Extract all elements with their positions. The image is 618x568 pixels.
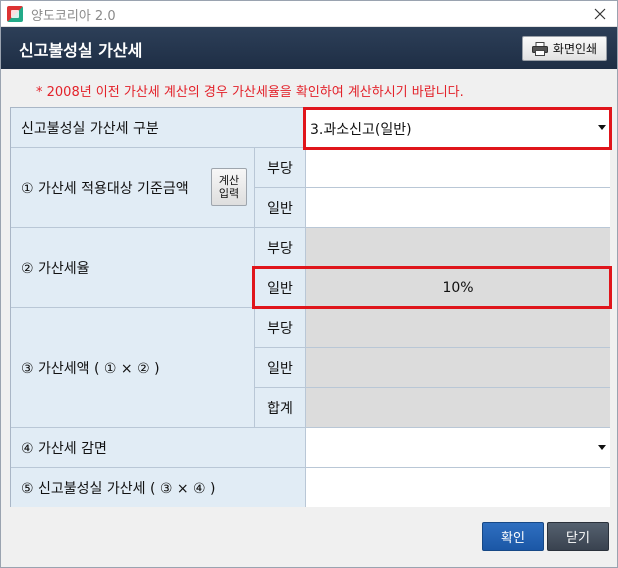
page-title: 신고불성실 가산세: [19, 41, 143, 60]
base-unfair-input[interactable]: [306, 148, 610, 188]
print-button-label: 화면인쇄: [552, 42, 598, 56]
amount-normal-value: [306, 348, 610, 388]
calc-button-label-1: 계산: [218, 174, 240, 187]
reduction-select[interactable]: [306, 428, 610, 468]
amount-unfair-value: [306, 308, 610, 348]
title-bar: 양도코리아 2.0: [1, 1, 617, 27]
close-button[interactable]: 닫기: [547, 522, 609, 551]
category-label: 신고불성실 가산세 구분: [11, 108, 306, 148]
printer-icon: [531, 41, 548, 56]
calc-button-label-2: 입력: [218, 187, 240, 200]
amount-unfair-label: 부당: [255, 308, 306, 348]
chevron-down-icon: [594, 108, 610, 147]
amount-normal-label: 일반: [255, 348, 306, 388]
rate-label: ② 가산세율: [11, 228, 255, 308]
amount-total-label: 합계: [255, 388, 306, 428]
chevron-down-icon: [594, 428, 610, 467]
category-select[interactable]: 3.과소신고(일반): [306, 108, 610, 148]
amount-label: ③ 가산세액 ( ① × ② ): [11, 308, 255, 428]
base-normal-label: 일반: [255, 188, 306, 228]
base-unfair-label: 부당: [255, 148, 306, 188]
surcharge-form: 신고불성실 가산세 구분 3.과소신고(일반) ① 가산세 적용대상 기준금액 …: [10, 107, 610, 507]
final-value: [306, 468, 610, 507]
reduction-label: ④ 가산세 감면: [11, 428, 306, 468]
rate-unfair-label: 부당: [255, 228, 306, 268]
dialog-window: 양도코리아 2.0 신고불성실 가산세 화면인쇄 * 2008년 이전 가산세 …: [0, 0, 618, 568]
amount-total-value: [306, 388, 610, 428]
window-close-button[interactable]: [583, 1, 617, 27]
calc-input-button[interactable]: 계산 입력: [211, 168, 247, 206]
window-title: 양도코리아 2.0: [31, 9, 116, 24]
rate-normal-label: 일반: [255, 268, 306, 308]
base-normal-input[interactable]: [306, 188, 610, 228]
print-button[interactable]: 화면인쇄: [522, 36, 607, 61]
dialog-header: 신고불성실 가산세 화면인쇄: [1, 27, 617, 69]
notice-text: * 2008년 이전 가산세 계산의 경우 가산세율을 확인하여 계산하시기 바…: [36, 85, 464, 100]
app-logo-icon: [7, 6, 23, 22]
rate-normal-value: 10%: [306, 268, 610, 308]
ok-button[interactable]: 확인: [482, 522, 544, 551]
category-select-value: 3.과소신고(일반): [310, 122, 412, 138]
final-label: ⑤ 신고불성실 가산세 ( ③ × ④ ): [11, 468, 306, 507]
rate-unfair-value: [306, 228, 610, 268]
close-icon: [594, 8, 606, 20]
